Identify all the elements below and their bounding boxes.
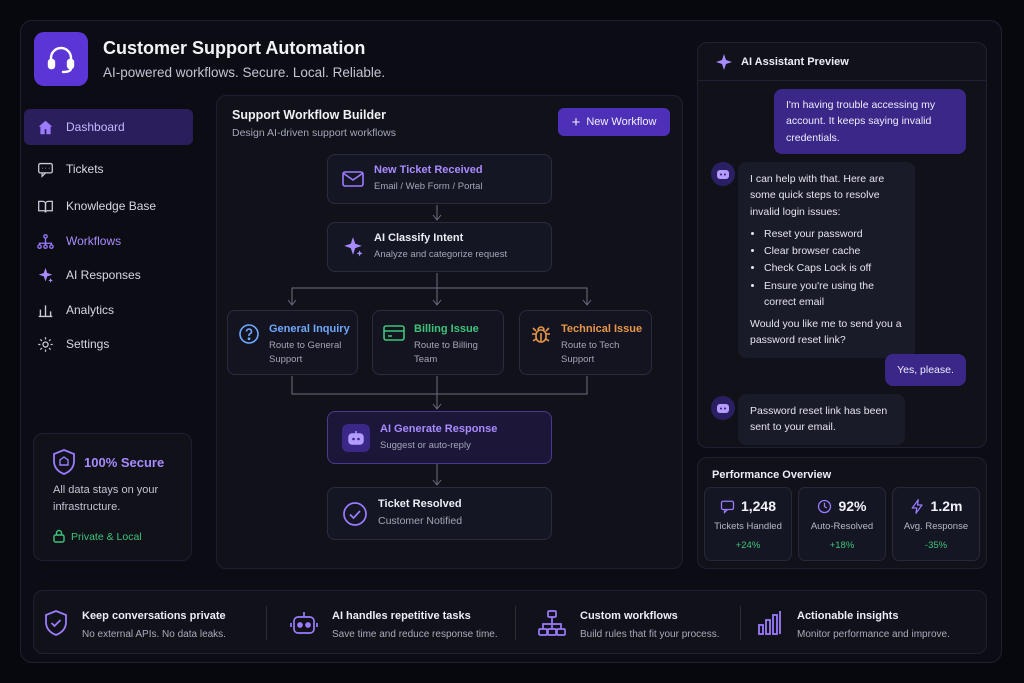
- feature-insights: Actionable insights Monitor performance a…: [757, 610, 950, 640]
- bar-chart-icon: [758, 611, 781, 635]
- node-billing-issue[interactable]: Billing Issue Route to Billing Team: [372, 310, 504, 375]
- ai-steps-list: Reset your password Clear browser cache …: [764, 226, 903, 310]
- performance-title: Performance Overview: [712, 469, 832, 481]
- node-sub: Route to General Support: [269, 340, 342, 365]
- feature-sub: Monitor performance and improve.: [797, 629, 950, 640]
- feature-title: AI handles repetitive tasks: [332, 610, 471, 622]
- feature-title: Keep conversations private: [82, 610, 226, 622]
- workflow-icon: [538, 610, 566, 636]
- feature-title: Custom workflows: [580, 610, 678, 622]
- stat-label: Tickets Handled: [714, 521, 782, 532]
- node-sub: Customer Notified: [378, 515, 463, 528]
- feature-ai-tasks: AI handles repetitive tasks Save time and…: [290, 610, 498, 640]
- ai-intro-text: I can help with that. Here are some quic…: [750, 173, 885, 218]
- list-item: Reset your password: [764, 226, 903, 242]
- sparkle-icon: [716, 54, 732, 70]
- feature-custom-workflows: Custom workflows Build rules that fit you…: [538, 610, 720, 640]
- list-item: Check Caps Lock is off: [764, 260, 903, 276]
- node-title: AI Classify Intent: [374, 232, 464, 245]
- node-title: Technical Issue: [561, 323, 643, 335]
- user-message: Yes, please.: [885, 354, 966, 387]
- bot-avatar-icon: [711, 396, 735, 420]
- chat-divider: [697, 80, 987, 81]
- robot-icon: [342, 423, 370, 452]
- node-ai-generate[interactable]: AI Generate Response Suggest or auto-repl…: [327, 411, 552, 464]
- feature-sub: Save time and reduce response time.: [332, 629, 498, 640]
- stat-label: Avg. Response: [903, 521, 969, 532]
- mail-icon: [342, 171, 364, 187]
- question-icon: [239, 324, 259, 344]
- check-circle-icon: [343, 501, 367, 526]
- ai-question-text: Would you like me to send you a password…: [750, 318, 902, 347]
- ai-message: Password reset link has been sent to you…: [738, 394, 905, 445]
- node-sub: Suggest or auto-reply: [380, 439, 471, 451]
- stat-avg-response: 1.2m Avg. Response -35%: [892, 487, 980, 561]
- stat-auto-resolved: 92% Auto-Resolved +18%: [798, 487, 886, 561]
- node-title: Ticket Resolved: [378, 498, 462, 511]
- user-message: I'm having trouble accessing my account.…: [774, 89, 966, 154]
- stat-change: +24%: [735, 540, 761, 551]
- node-title: Billing Issue: [414, 323, 479, 335]
- ai-message: I can help with that. Here are some quic…: [738, 162, 915, 358]
- feature-private: Keep conversations private No external AP…: [44, 610, 226, 640]
- lightning-icon: [911, 498, 923, 514]
- node-new-ticket[interactable]: New Ticket Received Email / Web Form / Po…: [327, 154, 552, 204]
- node-sub: Analyze and categorize request: [374, 249, 508, 261]
- divider: [515, 606, 516, 640]
- node-sub: Email / Web Form / Portal: [374, 181, 483, 193]
- node-title: New Ticket Received: [374, 164, 483, 177]
- list-item: Ensure you're using the correct email: [764, 278, 903, 311]
- credit-card-icon: [383, 325, 405, 341]
- divider: [266, 606, 267, 640]
- divider: [740, 606, 741, 640]
- shield-check-icon: [45, 610, 67, 636]
- chat-title: AI Assistant Preview: [741, 56, 849, 68]
- feature-title: Actionable insights: [797, 610, 899, 622]
- feature-sub: No external APIs. No data leaks.: [82, 629, 226, 640]
- node-title: General Inquiry: [269, 323, 350, 335]
- stat-label: Auto-Resolved: [810, 521, 874, 532]
- list-item: Clear browser cache: [764, 243, 903, 259]
- stat-value: 1,248: [740, 498, 777, 514]
- clock-icon: [818, 499, 832, 513]
- stat-change: +18%: [829, 540, 855, 551]
- bot-avatar-icon: [711, 162, 735, 186]
- node-technical-issue[interactable]: Technical Issue Route to Tech Support: [519, 310, 652, 375]
- node-sub: Route to Tech Support: [561, 340, 620, 365]
- node-sub: Route to Billing Team: [414, 340, 478, 365]
- stat-value: 92%: [838, 498, 867, 514]
- chat-icon: [720, 500, 735, 514]
- feature-sub: Build rules that fit your process.: [580, 629, 720, 640]
- node-general-inquiry[interactable]: General Inquiry Route to General Support: [227, 310, 358, 375]
- robot-icon: [290, 612, 318, 634]
- node-title: AI Generate Response: [380, 422, 498, 435]
- stat-value: 1.2m: [930, 498, 963, 514]
- stat-change: -35%: [924, 540, 948, 551]
- node-ai-classify[interactable]: AI Classify Intent Analyze and categorize…: [327, 222, 552, 272]
- stat-tickets-handled: 1,248 Tickets Handled +24%: [704, 487, 792, 561]
- sparkle-icon: [344, 237, 363, 257]
- node-ticket-resolved[interactable]: Ticket Resolved Customer Notified: [327, 487, 552, 540]
- bug-icon: [532, 326, 550, 343]
